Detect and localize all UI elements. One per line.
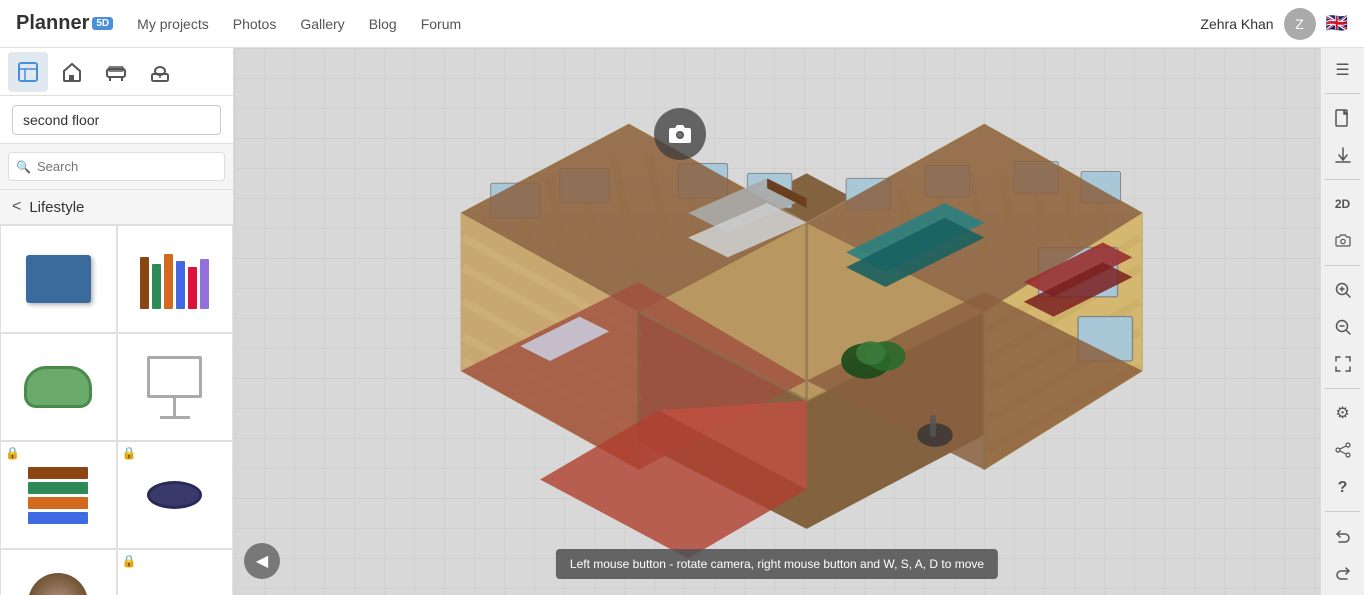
undo-button[interactable]: [1325, 518, 1361, 553]
nav-forum[interactable]: Forum: [421, 16, 461, 32]
divider: [1325, 388, 1359, 389]
user-area: Zehra Khan Z 🇬🇧: [1200, 8, 1348, 40]
redo-button[interactable]: [1325, 556, 1361, 591]
back-icon: <: [12, 198, 21, 216]
search-icon: 🔍: [16, 160, 31, 174]
main-layout: first floor second floor third floor 🔍 <…: [0, 48, 1364, 595]
item-whiteboard-img: [135, 347, 215, 427]
category-header[interactable]: < Lifestyle: [0, 190, 233, 225]
divider: [1325, 93, 1359, 94]
list-item[interactable]: [0, 225, 117, 333]
canvas-area[interactable]: Left mouse button - rotate camera, right…: [234, 48, 1320, 595]
settings-button[interactable]: ⚙: [1325, 395, 1361, 430]
camera-view-button[interactable]: [1325, 224, 1361, 259]
fit-button[interactable]: [1325, 347, 1361, 382]
floor-dropdown[interactable]: first floor second floor third floor: [0, 96, 233, 144]
lock-icon: 🔒: [122, 446, 137, 460]
item-books-vertical-img: [18, 455, 98, 535]
item-books-stack-img: [135, 239, 215, 319]
zoom-in-button[interactable]: [1325, 272, 1361, 307]
nav-gallery[interactable]: Gallery: [300, 16, 344, 32]
tool-floor-plan[interactable]: [8, 52, 48, 92]
nav-my-projects[interactable]: My projects: [137, 16, 209, 32]
download-button[interactable]: [1325, 138, 1361, 173]
floor-select[interactable]: first floor second floor third floor: [12, 105, 221, 135]
files-button[interactable]: [1325, 100, 1361, 135]
list-item[interactable]: [0, 549, 117, 595]
menu-button[interactable]: ☰: [1325, 52, 1361, 87]
tool-furniture[interactable]: [96, 52, 136, 92]
lock-icon: 🔒: [5, 446, 20, 460]
tool-home[interactable]: [52, 52, 92, 92]
item-rug-img: [18, 563, 98, 595]
lock-icon: 🔒: [122, 554, 137, 568]
zoom-out-button[interactable]: [1325, 309, 1361, 344]
divider: [1325, 511, 1359, 512]
2d-label: 2D: [1335, 197, 1350, 211]
nav-links: My projects Photos Gallery Blog Forum: [137, 16, 1200, 32]
list-item[interactable]: [117, 333, 234, 441]
list-item[interactable]: [0, 333, 117, 441]
list-item[interactable]: 🔒: [0, 441, 117, 549]
left-sidebar: first floor second floor third floor 🔍 <…: [0, 48, 234, 595]
tool-other[interactable]: [140, 52, 180, 92]
search-bar: 🔍: [0, 144, 233, 190]
divider: [1325, 179, 1359, 180]
toolbar: [0, 48, 233, 96]
right-sidebar: ☰ 2D ⚙ ?: [1320, 48, 1364, 595]
2d-button[interactable]: 2D: [1325, 186, 1361, 221]
logo-text: Planner: [16, 12, 89, 35]
list-item[interactable]: 🔒: [117, 441, 234, 549]
category-title: Lifestyle: [29, 199, 84, 216]
item-book-blue-img: [18, 239, 98, 319]
item-cylinder-img: [135, 455, 215, 535]
list-item[interactable]: [117, 225, 234, 333]
nav-photos[interactable]: Photos: [233, 16, 277, 32]
avatar[interactable]: Z: [1284, 8, 1316, 40]
nav-arrow-left[interactable]: ◀: [244, 543, 280, 579]
nav-blog[interactable]: Blog: [369, 16, 397, 32]
canvas-tooltip: Left mouse button - rotate camera, right…: [556, 549, 998, 579]
share-button[interactable]: [1325, 432, 1361, 467]
divider: [1325, 265, 1359, 266]
top-nav: Planner 5D My projects Photos Gallery Bl…: [0, 0, 1364, 48]
logo-badge: 5D: [92, 17, 113, 30]
floorplan-3d: [234, 48, 1320, 595]
items-grid: 🔒 🔒: [0, 225, 233, 595]
camera-button[interactable]: [654, 108, 706, 160]
search-input[interactable]: [8, 152, 225, 181]
user-name: Zehra Khan: [1200, 16, 1273, 32]
logo[interactable]: Planner 5D: [16, 12, 113, 35]
flag-icon: 🇬🇧: [1326, 13, 1348, 34]
help-button[interactable]: ?: [1325, 470, 1361, 505]
item-bathtub-img: [18, 347, 98, 427]
help-icon: ?: [1338, 479, 1348, 497]
list-item[interactable]: 🔒: [117, 549, 234, 595]
